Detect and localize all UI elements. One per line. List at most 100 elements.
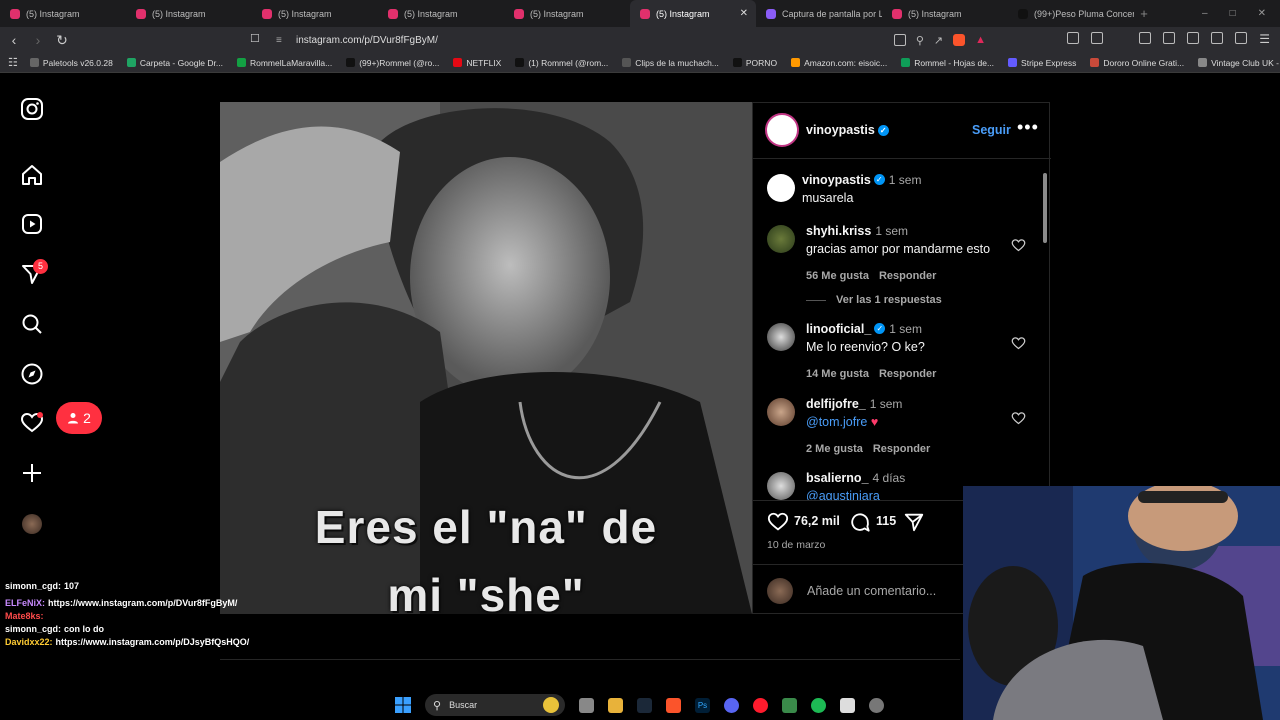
brave-shield-icon[interactable] [953,34,966,46]
new-tab-icon[interactable]: + [1134,6,1154,21]
notifications-heart-icon[interactable] [20,411,44,435]
commenter-username[interactable]: delfijofre_ [806,397,866,411]
file-explorer-icon[interactable] [608,697,623,713]
bookmark-item[interactable]: Carpeta - Google Dr... [126,58,223,68]
browser-tab[interactable]: (5) Instagram [882,0,1008,27]
vpn-app-icon[interactable] [840,697,855,713]
add-comment-input[interactable]: Añade un comentario... [807,584,936,598]
commenter-avatar[interactable] [767,398,795,426]
browser-tab[interactable]: (5) Instagram [126,0,252,27]
windows-start-icon[interactable] [395,697,411,713]
bookmark-item[interactable]: Paletools v26.0.28 [29,58,113,68]
bookmark-item[interactable]: (99+)Rommel (@ro... [346,58,439,68]
like-comment-icon[interactable] [1011,336,1026,351]
url-field[interactable]: ≡ instagram.com/p/DVur8fFgByM/ ⚲ ↗ ▲ [270,30,990,50]
more-options-icon[interactable]: ••• [1017,117,1039,138]
likes-count[interactable]: 76,2 mil [794,514,840,528]
bookmark-item[interactable]: (1) Rommel (@rom... [515,58,608,68]
explore-icon[interactable] [20,362,44,386]
zoom-icon[interactable]: ⚲ [916,34,924,47]
bookmark-item[interactable]: Dororo Online Grati... [1090,58,1184,68]
opera-icon[interactable] [753,697,768,713]
minimize-icon[interactable]: – [1202,8,1208,19]
browser-tab[interactable]: (99+)Peso Pluma Concert [1008,0,1134,27]
post-image[interactable]: Eres el "na" de mi "she" [220,102,752,614]
bookmark-icon[interactable]: ☐ [250,32,260,45]
comment-time[interactable]: 1 sem [875,224,908,238]
comment-time[interactable]: 1 sem [889,322,922,336]
browser-tab[interactable]: Captura de pantalla por Li [756,0,882,27]
caption-time[interactable]: 1 sem [889,173,922,187]
commenter-username[interactable]: shyhi.kriss [806,224,871,238]
close-tab-icon[interactable]: ✕ [740,8,748,19]
browser-tab[interactable]: (5) Instagram [252,0,378,27]
home-icon[interactable] [20,163,44,187]
reply-button[interactable]: Responder [879,270,936,282]
author-username[interactable]: vinoypastis ✓ [806,123,889,137]
brave-rewards-icon[interactable]: ▲ [975,34,986,46]
commenter-avatar[interactable] [767,323,795,351]
app-icon[interactable] [782,697,797,713]
discord-icon[interactable] [724,697,739,713]
wallet-icon[interactable] [1091,32,1104,44]
close-window-icon[interactable]: ✕ [1258,8,1266,19]
reels-icon[interactable] [20,212,44,236]
mention-link[interactable]: @tom.jofre [806,415,867,429]
view-replies[interactable]: Ver las 1 respuestas [806,294,942,306]
post-date[interactable]: 10 de marzo [767,539,825,551]
profile-avatar[interactable] [22,514,42,534]
bookmark-item[interactable]: PORNO [732,58,777,68]
like-comment-icon[interactable] [1011,238,1026,253]
like-icon[interactable] [767,511,789,533]
leo-ai-icon[interactable] [1211,32,1224,44]
forward-icon[interactable]: › [28,32,48,48]
brave-icon[interactable] [666,697,681,713]
scrollbar-thumb[interactable] [1043,173,1047,243]
bookmark-item[interactable]: Vintage Club UK - O... [1198,58,1280,68]
bookmark-item[interactable]: Rommel - Hojas de... [901,58,994,68]
browser-tab[interactable]: (5) Instagram [378,0,504,27]
follow-button[interactable]: Seguir [972,123,1011,137]
photoshop-icon[interactable]: Ps [695,697,710,713]
author-avatar[interactable] [765,113,799,147]
search-icon[interactable] [20,312,44,336]
comment-time[interactable]: 4 días [873,471,906,485]
like-comment-icon[interactable] [1011,411,1026,426]
maximize-icon[interactable]: □ [1230,8,1236,19]
spotify-icon[interactable] [811,697,826,713]
comment-likes[interactable]: 2 Me gusta [806,443,863,455]
commenter-avatar[interactable] [767,472,795,500]
share-icon[interactable]: ↗ [934,34,943,47]
menu-icon[interactable]: ☰ [1259,32,1270,46]
browser-tab[interactable]: (5) Instagram [504,0,630,27]
reply-button[interactable]: Responder [873,443,930,455]
view-replies-label[interactable]: Ver las 1 respuestas [836,294,942,306]
caption-avatar[interactable] [767,174,795,202]
browser-tab[interactable]: (5) Instagram ✕ [630,0,756,27]
taskbar-search[interactable]: ⚲ Buscar [425,694,565,716]
sidebar-toggle-icon[interactable] [1163,32,1176,44]
bookmark-item[interactable]: Clips de la muchach... [622,58,719,68]
comment-time[interactable]: 1 sem [870,397,903,411]
media-icon[interactable] [1139,32,1152,44]
commenter-avatar[interactable] [767,225,795,253]
commenter-username[interactable]: bsalierno_ [806,471,869,485]
reply-button[interactable]: Responder [879,368,936,380]
comments-count[interactable]: 115 [876,514,896,528]
bookmark-item[interactable]: Stripe Express [1008,58,1076,68]
notifications-popup[interactable]: 2 [56,402,102,434]
back-icon[interactable]: ‹ [4,32,24,48]
commenter-username[interactable]: linooficial_ [806,322,871,336]
caption-username[interactable]: vinoypastis [802,173,871,187]
comment-likes[interactable]: 14 Me gusta [806,368,869,380]
settings-icon[interactable] [869,697,884,713]
shield-icon[interactable] [1235,32,1248,44]
comment-icon[interactable] [849,511,871,533]
comments-scrollbar[interactable] [1043,163,1048,493]
site-info-icon[interactable]: ≡ [276,35,282,46]
reload-icon[interactable]: ↻ [52,32,72,49]
browser-tab[interactable]: (5) Instagram [0,0,126,27]
instagram-logo-icon[interactable] [20,97,44,121]
comment-likes[interactable]: 56 Me gusta [806,270,869,282]
screen-share-icon[interactable] [893,34,906,46]
